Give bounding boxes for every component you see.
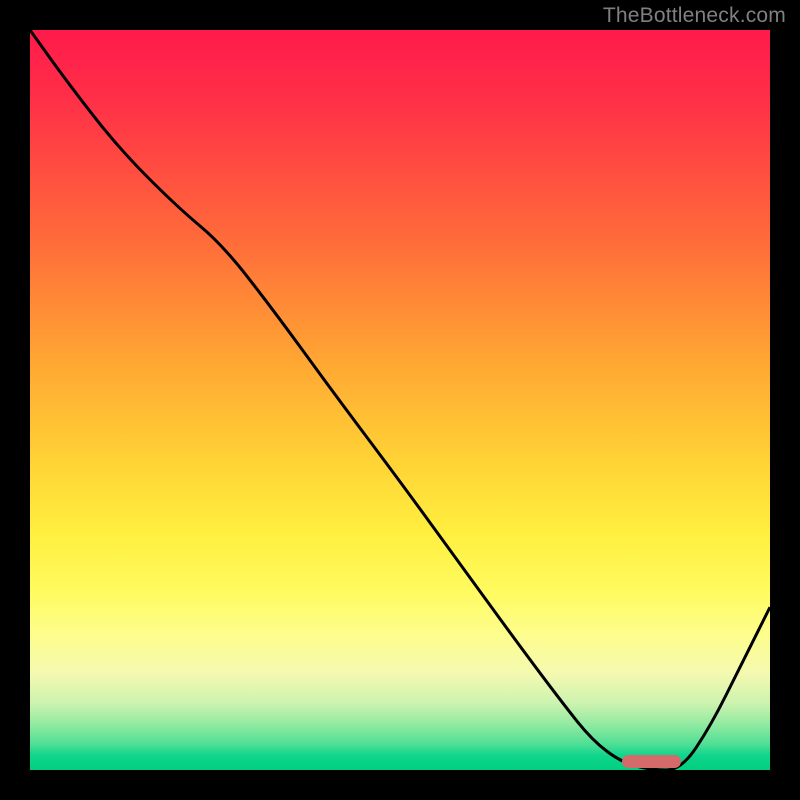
plot-area [30,30,770,770]
watermark-text: TheBottleneck.com [603,4,786,28]
bottleneck-curve-path [30,30,770,770]
chart-frame: TheBottleneck.com [0,0,800,800]
curve-svg [30,30,770,770]
optimal-zone-marker [622,755,681,768]
